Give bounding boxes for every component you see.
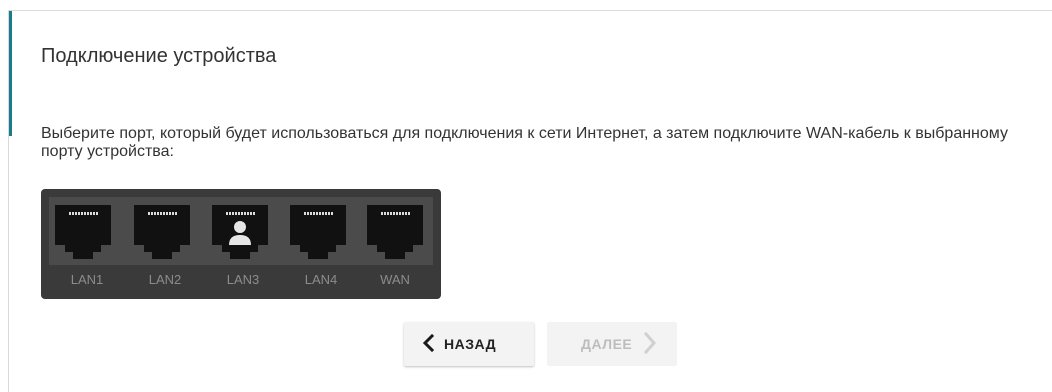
next-button-label: ДАЛЕЕ [581,336,633,352]
ethernet-port-icon [134,205,190,259]
port-label-lan1: LAN1 [70,272,104,287]
port-lan2[interactable] [132,205,192,259]
port-label-lan2: LAN2 [148,272,182,287]
port-lan3[interactable] [210,205,270,259]
ethernet-port-icon [55,205,111,259]
port-label-wan: WAN [380,272,410,287]
port-lan1[interactable] [53,205,113,259]
ethernet-port-icon [212,205,268,259]
page-title: Подключение устройства [41,45,277,67]
back-button-label: НАЗАД [444,336,497,352]
port-lan4[interactable] [288,205,348,259]
accent-bar [9,11,12,136]
next-button: ДАЛЕЕ [547,322,677,366]
port-wan[interactable] [365,205,425,259]
back-button[interactable]: НАЗАД [404,322,534,366]
port-label-lan4: LAN4 [304,272,338,287]
chevron-left-icon [422,333,435,355]
panel-top-border [8,10,1052,11]
chevron-right-icon [644,331,657,357]
ethernet-port-icon [367,205,423,259]
instructions-text: Выберите порт, который будет использоват… [41,125,1008,160]
port-label-lan3: LAN3 [226,272,260,287]
ethernet-port-icon [290,205,346,259]
